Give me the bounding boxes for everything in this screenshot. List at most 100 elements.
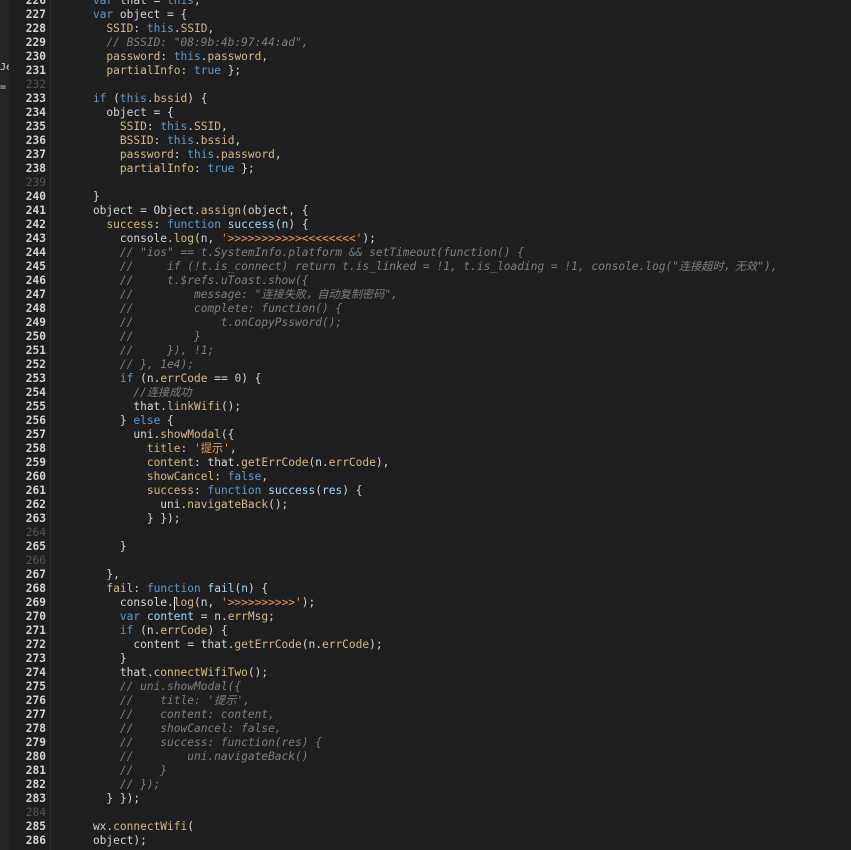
code-line[interactable]: 242 success: function success(n) { [0,218,851,232]
code-line[interactable]: 229 // BSSID: "08:9b:4b:97:44:ad", [0,36,851,50]
code-text: uni.showModal({ [66,428,234,442]
code-token: : [193,162,208,175]
code-token: var [66,0,120,7]
line-number: 257 [25,428,46,441]
code-line[interactable]: 286 object); [0,834,851,848]
code-line[interactable]: 244 // "ios" == t.SystemInfo.platform &&… [0,246,851,260]
code-line[interactable]: 236 BSSID: this.bssid, [0,134,851,148]
code-line[interactable]: 267 }, [0,568,851,582]
code-line[interactable]: 249 // t.onCopyPssword(); [0,316,851,330]
line-number: 254 [25,386,46,399]
code-line[interactable]: 270 var content = n.errMsg; [0,610,851,624]
code-line[interactable]: 280 // uni.navigateBack() [0,750,851,764]
code-line[interactable]: 260 showCancel: false, [0,470,851,484]
code-area[interactable]: 226 var that = this; 227 var object = {22… [0,0,851,848]
code-text: SSID: this.SSID, [66,120,228,134]
code-line[interactable]: 250 // } [0,330,851,344]
code-line[interactable]: 254 //连接成功 [0,386,851,400]
code-line[interactable]: 279 // success: function(res) { [0,736,851,750]
code-line[interactable]: 248 // complete: function() { [0,302,851,316]
code-line[interactable]: 237 password: this.password, [0,148,851,162]
code-line[interactable]: 255 that.linkWifi(); [0,400,851,414]
code-token: errCode [328,456,376,469]
code-line[interactable]: 241 object = Object.assign(object, { [0,204,851,218]
line-number: 268 [25,582,46,595]
code-line[interactable]: 230 password: this.password, [0,50,851,64]
code-line[interactable]: 232 [0,78,851,92]
line-number: 284 [25,806,46,819]
code-editor[interactable]: Je = 226 var that = this; 227 var object … [0,0,851,850]
line-number: 275 [25,680,46,693]
code-text: // message: "连接失败，自动复制密码", [66,288,398,302]
line-number: 272 [25,638,46,651]
line-number: 278 [25,722,46,735]
code-text: object); [66,834,147,848]
code-token: , [274,148,282,161]
code-line[interactable]: 268 fail: function fail(n) { [0,582,851,596]
code-line[interactable]: 233 if (this.bssid) { [0,92,851,106]
code-token: // if (!t.is_connect) return t.is_linked… [119,260,778,273]
code-line[interactable]: 277 // content: content, [0,708,851,722]
code-line[interactable]: 252 // }, 1e4); [0,358,851,372]
code-line[interactable]: 285 wx.connectWifi( [0,820,851,834]
code-token: var [66,8,120,21]
code-text: if (n.errCode == 0) { [66,372,262,386]
code-line[interactable]: 282 // }); [0,778,851,792]
code-line[interactable]: 263 } }); [0,512,851,526]
code-line[interactable]: 266 [0,554,851,568]
code-line[interactable]: 276 // title: '提示', [0,694,851,708]
code-line[interactable]: 226 var that = this; [0,0,851,8]
code-line[interactable]: 253 if (n.errCode == 0) { [0,372,851,386]
code-line[interactable]: 247 // message: "连接失败，自动复制密码", [0,288,851,302]
code-line[interactable]: 273 } [0,652,851,666]
code-token: . [200,50,208,63]
code-token: , [229,442,237,455]
code-line[interactable]: 245 // if (!t.is_connect) return t.is_li… [0,260,851,274]
line-number: 230 [25,50,46,63]
code-line[interactable]: 227 var object = { [0,8,851,22]
code-line[interactable]: 278 // showCancel: false, [0,722,851,736]
code-line[interactable]: 271 if (n.errCode) { [0,624,851,638]
code-line[interactable]: 243 console.log(n, '>>>>>>>>>>><<<<<<<<'… [0,232,851,246]
code-line[interactable]: 265 } [0,540,851,554]
line-number: 271 [25,624,46,637]
code-line[interactable]: 274 that.connectWifiTwo(); [0,666,851,680]
code-line[interactable]: 256 } else { [0,414,851,428]
code-line[interactable]: 228 SSID: this.SSID, [0,22,851,36]
code-line[interactable]: 240 } [0,190,851,204]
code-line[interactable]: 284 [0,806,851,820]
code-token: : [173,148,188,161]
code-token: ), [375,456,390,469]
code-line[interactable]: 272 content = that.getErrCode(n.errCode)… [0,638,851,652]
code-line[interactable]: 251 // }), !1; [0,344,851,358]
code-line[interactable]: 257 uni.showModal({ [0,428,851,442]
code-line[interactable]: 234 object = { [0,106,851,120]
code-token: getErrCode [234,638,302,651]
line-number: 243 [25,232,46,245]
code-line[interactable]: 235 SSID: this.SSID, [0,120,851,134]
code-line[interactable]: 261 success: function success(res) { [0,484,851,498]
code-token: : [153,134,168,147]
code-line[interactable]: 281 // } [0,764,851,778]
code-line[interactable]: 231 partialInfo: true }; [0,64,851,78]
code-line[interactable]: 264 [0,526,851,540]
code-line[interactable]: 269 console.log(n, '>>>>>>>>>>'); [0,596,851,610]
code-line[interactable]: 262 uni.navigateBack(); [0,498,851,512]
code-line[interactable]: 275 // uni.showModal({ [0,680,851,694]
code-line[interactable]: 283 } }); [0,792,851,806]
code-token: ; [268,610,275,623]
code-line[interactable]: 239 [0,176,851,190]
code-line[interactable]: 246 // t.$refs.uToast.show({ [0,274,851,288]
code-line[interactable]: 258 title: '提示', [0,442,851,456]
code-line[interactable]: 259 content: that.getErrCode(n.errCode), [0,456,851,470]
code-text: BSSID: this.bssid, [66,134,241,148]
line-number: 235 [25,120,46,133]
code-token: (); [220,400,242,413]
code-line[interactable]: 238 partialInfo: true }; [0,162,851,176]
code-token: wx. [66,820,114,833]
